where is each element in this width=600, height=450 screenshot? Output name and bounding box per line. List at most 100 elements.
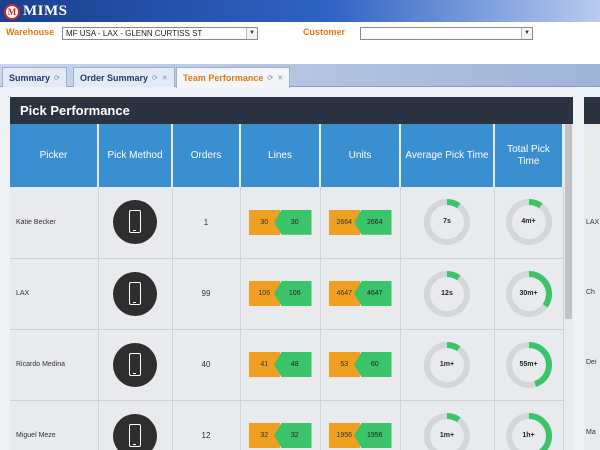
average-pick-time-ring: 1m+ — [422, 340, 472, 390]
cell-lines: 30 30 — [240, 187, 321, 259]
column-header-units[interactable]: Units — [320, 124, 401, 187]
table-header-row: Picker Pick Method Orders Lines Units Av… — [10, 124, 564, 187]
second-panel-cell: Ch — [586, 289, 595, 296]
lines-total: 32 — [274, 423, 312, 448]
table-row[interactable]: Ricardo Medina 40 41 48 53 60 1m+ 55m+ — [10, 329, 564, 401]
warehouse-select-value: MF USA - LAX - GLENN CURTISS ST — [66, 29, 203, 38]
phone-shape — [129, 352, 141, 376]
column-header-lines[interactable]: Lines — [240, 124, 321, 187]
units-total: 60 — [354, 352, 392, 377]
cell-picker: LAX — [10, 258, 99, 330]
customer-select[interactable]: ▼ — [360, 27, 533, 40]
mobile-phone-icon — [113, 271, 157, 316]
second-panel-cell: Dei — [586, 359, 597, 366]
customer-label: Customer — [303, 27, 346, 37]
units-total: 1956 — [354, 423, 392, 448]
picker-name: LAX — [16, 290, 30, 297]
average-pick-time-ring: 1m+ — [422, 411, 472, 450]
units-split-badge: 4647 4647 — [328, 281, 392, 306]
refresh-icon[interactable]: ⟳ — [267, 74, 273, 82]
lines-split-badge: 106 106 — [248, 281, 312, 306]
lines-split-badge: 30 30 — [248, 209, 312, 235]
total-pick-time-ring: 55m+ — [504, 340, 554, 390]
orders-value: 12 — [201, 431, 211, 440]
mobile-phone-icon — [113, 413, 157, 450]
lines-split-badge: 32 32 — [248, 423, 312, 448]
tab-strip: Summary ⟳ Order Summary ⟳ ✕ Team Perform… — [0, 64, 600, 88]
second-panel-cell: Ma — [586, 429, 596, 436]
tab-team-performance[interactable]: Team Performance ⟳ ✕ — [176, 67, 291, 88]
cell-pick-method — [98, 329, 173, 401]
tab-label: Order Summary — [80, 72, 149, 83]
cell-average-pick-time: 1m+ — [400, 400, 495, 450]
cell-units: 2664 2664 — [320, 187, 401, 259]
cell-total-pick-time: 4m+ — [494, 187, 564, 259]
app-logo[interactable]: M MIMS — [4, 3, 68, 20]
orders-value: 40 — [201, 360, 211, 369]
ring-label: 1m+ — [439, 431, 455, 439]
column-header-pick-method[interactable]: Pick Method — [98, 124, 173, 187]
ring-label: 1m+ — [439, 360, 455, 368]
refresh-icon[interactable]: ⟳ — [152, 74, 158, 82]
cell-picker: Miguel Meze — [10, 400, 99, 450]
close-icon[interactable]: ✕ — [277, 74, 283, 82]
tab-label: Summary — [9, 72, 51, 83]
tab-label: Team Performance — [183, 73, 264, 83]
lines-total: 106 — [274, 281, 312, 306]
ring-label: 55m+ — [519, 360, 538, 368]
close-icon[interactable]: ✕ — [162, 74, 168, 82]
cell-picker: Ricardo Medina — [10, 329, 99, 401]
units-total: 2664 — [354, 209, 392, 235]
phone-shape — [129, 281, 141, 305]
column-header-picker[interactable]: Picker — [10, 124, 99, 187]
column-header-orders[interactable]: Orders — [172, 124, 241, 187]
chevron-down-icon[interactable]: ▼ — [521, 28, 532, 39]
ring-label: 7s — [443, 218, 451, 226]
cell-total-pick-time: 30m+ — [494, 258, 564, 330]
picker-name: Ricardo Medina — [16, 361, 66, 368]
cell-orders: 1 — [172, 187, 241, 259]
column-header-average-pick-time[interactable]: Average Pick Time — [400, 124, 495, 187]
cell-orders: 40 — [172, 329, 241, 401]
logo-mark-icon: M — [4, 3, 20, 20]
vertical-scrollbar[interactable] — [565, 124, 572, 319]
average-pick-time-ring: 12s — [422, 269, 472, 319]
cell-orders: 99 — [172, 258, 241, 330]
ring-label: 1h+ — [522, 431, 535, 439]
table-row[interactable]: Miguel Meze 12 32 32 1956 1956 1m+ 1h+ — [10, 400, 564, 450]
picker-name: Miguel Meze — [16, 432, 56, 439]
units-total: 4647 — [354, 281, 392, 306]
chevron-down-icon[interactable]: ▼ — [246, 28, 257, 39]
picker-name: Katie Becker — [16, 218, 56, 226]
cell-lines: 41 48 — [240, 329, 321, 401]
units-split-badge: 53 60 — [328, 352, 392, 377]
cell-average-pick-time: 7s — [400, 187, 495, 259]
cell-units: 4647 4647 — [320, 258, 401, 330]
mobile-phone-icon — [113, 342, 157, 387]
cell-pick-method — [98, 187, 173, 259]
orders-value: 1 — [203, 217, 209, 227]
second-panel-cell: LAX — [586, 219, 600, 226]
cell-units: 53 60 — [320, 329, 401, 401]
table-row[interactable]: Katie Becker 1 30 30 2664 2664 7s 4m+ — [10, 187, 564, 259]
refresh-icon[interactable]: ⟳ — [54, 74, 60, 82]
filter-bar: Warehouse MF USA - LAX - GLENN CURTISS S… — [0, 22, 600, 64]
ring-label: 4m+ — [521, 218, 536, 226]
ring-label: 12s — [441, 289, 453, 297]
pick-performance-table: Picker Pick Method Orders Lines Units Av… — [10, 124, 564, 450]
column-header-total-pick-time[interactable]: Total Pick Time — [494, 124, 564, 187]
warehouse-select[interactable]: MF USA - LAX - GLENN CURTISS ST ▼ — [62, 27, 258, 40]
tab-order-summary[interactable]: Order Summary ⟳ ✕ — [73, 67, 175, 87]
lines-total: 48 — [274, 352, 312, 377]
lines-total: 30 — [274, 209, 312, 235]
phone-shape — [129, 210, 141, 234]
cell-average-pick-time: 12s — [400, 258, 495, 330]
tab-summary[interactable]: Summary ⟳ — [2, 67, 67, 87]
units-split-badge: 2664 2664 — [328, 209, 392, 235]
ring-label: 30m+ — [519, 289, 538, 297]
warehouse-label: Warehouse — [6, 27, 55, 37]
panel-title: Pick Performance — [10, 97, 573, 124]
logo-text: MIMS — [23, 3, 68, 19]
table-row[interactable]: LAX 99 106 106 4647 4647 12s 30m+ — [10, 258, 564, 330]
units-split-badge: 1956 1956 — [328, 423, 392, 448]
